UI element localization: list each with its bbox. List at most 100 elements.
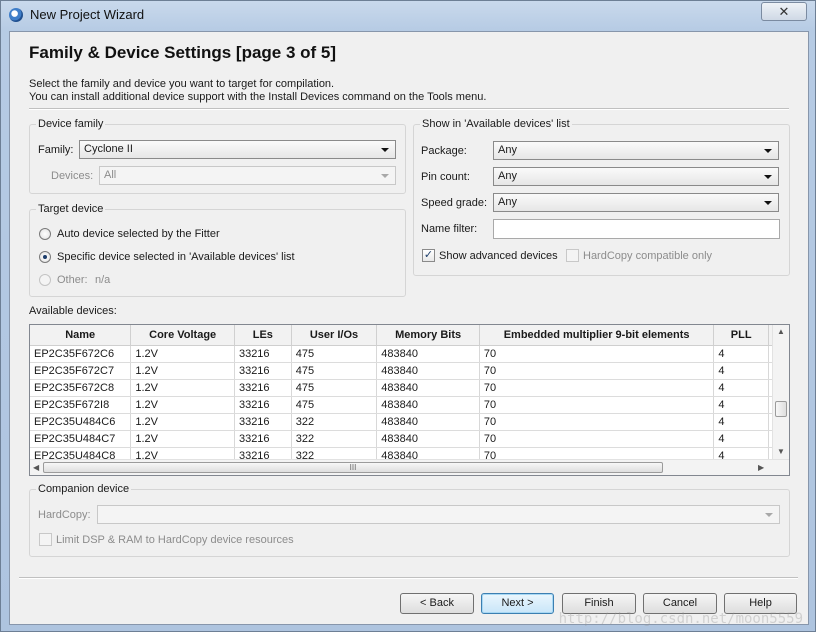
- pin-count-label: Pin count:: [421, 171, 470, 183]
- cell-les: 33216: [234, 413, 292, 431]
- cell-core-voltage: 1.2V: [130, 396, 235, 414]
- cell-name: EP2C35U484C6: [30, 413, 132, 431]
- hardcopy-compatible-checkbox[interactable]: [566, 249, 579, 262]
- other-device-value: n/a: [95, 274, 111, 286]
- show-filters-title: Show in 'Available devices' list: [420, 118, 572, 130]
- devices-value: All: [104, 169, 117, 181]
- name-filter-input[interactable]: [493, 219, 780, 239]
- cell-memory-bits: 483840: [376, 396, 480, 414]
- speed-grade-select[interactable]: Any: [493, 193, 779, 212]
- available-devices-label: Available devices:: [29, 305, 117, 317]
- available-devices-table[interactable]: Name Core Voltage LEs User I/Os Memory B…: [29, 324, 790, 476]
- chevron-down-icon: [381, 148, 389, 152]
- cell-user-ios: 322: [291, 413, 378, 431]
- table-row[interactable]: EP2C35F672C71.2V332164754838407041: [30, 362, 789, 380]
- cell-les: 33216: [234, 345, 292, 363]
- name-filter-label: Name filter:: [421, 223, 478, 235]
- scroll-down-icon[interactable]: ▼: [777, 447, 785, 456]
- cell-embedded-multiplier: 70: [479, 430, 715, 448]
- next-button[interactable]: Next >: [481, 593, 554, 614]
- cell-les: 33216: [234, 396, 292, 414]
- cell-embedded-multiplier: 70: [479, 379, 715, 397]
- devices-select[interactable]: All: [99, 166, 396, 185]
- cell-core-voltage: 1.2V: [130, 430, 235, 448]
- specific-device-label[interactable]: Specific device selected in 'Available d…: [57, 251, 295, 263]
- cell-embedded-multiplier: 70: [479, 396, 715, 414]
- vertical-scrollbar[interactable]: ▲ ▼: [772, 325, 789, 459]
- cell-memory-bits: 483840: [376, 379, 480, 397]
- package-select[interactable]: Any: [493, 141, 779, 160]
- auto-device-radio[interactable]: [39, 228, 51, 240]
- column-header-pll[interactable]: PLL: [713, 325, 769, 346]
- description-line-2: You can install additional device suppor…: [29, 91, 487, 103]
- horizontal-scroll-thumb[interactable]: III: [43, 462, 663, 473]
- window-title: New Project Wizard: [30, 7, 145, 22]
- hardcopy-label: HardCopy:: [38, 509, 91, 521]
- app-icon: [9, 8, 23, 22]
- specific-device-radio[interactable]: [39, 251, 51, 263]
- cell-name: EP2C35F672C8: [30, 379, 132, 397]
- column-header-les[interactable]: LEs: [234, 325, 292, 346]
- limit-dsp-ram-checkbox[interactable]: [39, 533, 52, 546]
- scroll-right-icon[interactable]: ▶: [758, 463, 764, 472]
- cell-memory-bits: 483840: [376, 430, 480, 448]
- hardcopy-compatible-label: HardCopy compatible only: [583, 250, 713, 262]
- package-value: Any: [498, 144, 517, 156]
- table-row[interactable]: EP2C35F672I81.2V332164754838407041: [30, 396, 789, 414]
- column-header-embedded-multiplier[interactable]: Embedded multiplier 9-bit elements: [479, 325, 715, 346]
- cell-core-voltage: 1.2V: [130, 362, 235, 380]
- cell-les: 33216: [234, 362, 292, 380]
- cell-name: EP2C35F672C6: [30, 345, 132, 363]
- auto-device-label[interactable]: Auto device selected by the Fitter: [57, 228, 220, 240]
- table-row[interactable]: EP2C35F672C81.2V332164754838407041: [30, 379, 789, 397]
- cell-pll: 4: [713, 430, 769, 448]
- cell-memory-bits: 483840: [376, 362, 480, 380]
- cell-embedded-multiplier: 70: [479, 413, 715, 431]
- cell-name: EP2C35U484C7: [30, 430, 132, 448]
- chevron-down-icon: [765, 513, 773, 517]
- description-line-1: Select the family and device you want to…: [29, 78, 335, 90]
- checkmark-icon: ✓: [423, 249, 434, 261]
- other-device-label: Other:: [57, 274, 88, 286]
- chevron-down-icon: [764, 149, 772, 153]
- cell-les: 33216: [234, 430, 292, 448]
- show-advanced-label[interactable]: Show advanced devices: [439, 250, 558, 262]
- family-select[interactable]: Cyclone II: [79, 140, 396, 159]
- cell-pll: 4: [713, 362, 769, 380]
- column-header-name[interactable]: Name: [30, 325, 132, 346]
- chevron-down-icon: [764, 201, 772, 205]
- title-bar[interactable]: New Project Wizard ✕: [1, 1, 815, 29]
- other-device-radio[interactable]: [39, 274, 51, 286]
- page-title: Family & Device Settings [page 3 of 5]: [29, 43, 337, 62]
- cell-memory-bits: 483840: [376, 345, 480, 363]
- close-button[interactable]: ✕: [761, 2, 807, 21]
- hardcopy-select[interactable]: [97, 505, 780, 524]
- wizard-client: Family & Device Settings [page 3 of 5] S…: [9, 31, 809, 625]
- scroll-up-icon[interactable]: ▲: [777, 327, 785, 336]
- speed-grade-label: Speed grade:: [421, 197, 488, 209]
- table-row[interactable]: EP2C35U484C71.2V332163224838407041: [30, 430, 789, 448]
- devices-grid: Name Core Voltage LEs User I/Os Memory B…: [30, 325, 789, 465]
- table-row[interactable]: EP2C35F672C61.2V332164754838407041: [30, 345, 789, 363]
- companion-device-title: Companion device: [36, 483, 132, 495]
- show-advanced-checkbox[interactable]: ✓: [422, 249, 435, 262]
- back-button[interactable]: < Back: [400, 593, 474, 614]
- cell-user-ios: 475: [291, 345, 378, 363]
- column-header-user-ios[interactable]: User I/Os: [291, 325, 378, 346]
- table-row[interactable]: EP2C35U484C61.2V332163224838407041: [30, 413, 789, 431]
- cell-user-ios: 322: [291, 430, 378, 448]
- cell-pll: 4: [713, 345, 769, 363]
- vertical-scroll-thumb[interactable]: [775, 401, 787, 417]
- cell-memory-bits: 483840: [376, 413, 480, 431]
- horizontal-scrollbar[interactable]: ◀ III ▶: [30, 459, 789, 475]
- cell-user-ios: 475: [291, 362, 378, 380]
- scroll-left-icon[interactable]: ◀: [33, 463, 39, 472]
- pin-count-select[interactable]: Any: [493, 167, 779, 186]
- cell-core-voltage: 1.2V: [130, 379, 235, 397]
- column-header-memory-bits[interactable]: Memory Bits: [376, 325, 480, 346]
- cell-user-ios: 475: [291, 379, 378, 397]
- column-header-core-voltage[interactable]: Core Voltage: [130, 325, 235, 346]
- family-label: Family:: [38, 144, 74, 156]
- watermark-text: http://blog.csdn.net/moon5559: [558, 611, 803, 627]
- cell-pll: 4: [713, 413, 769, 431]
